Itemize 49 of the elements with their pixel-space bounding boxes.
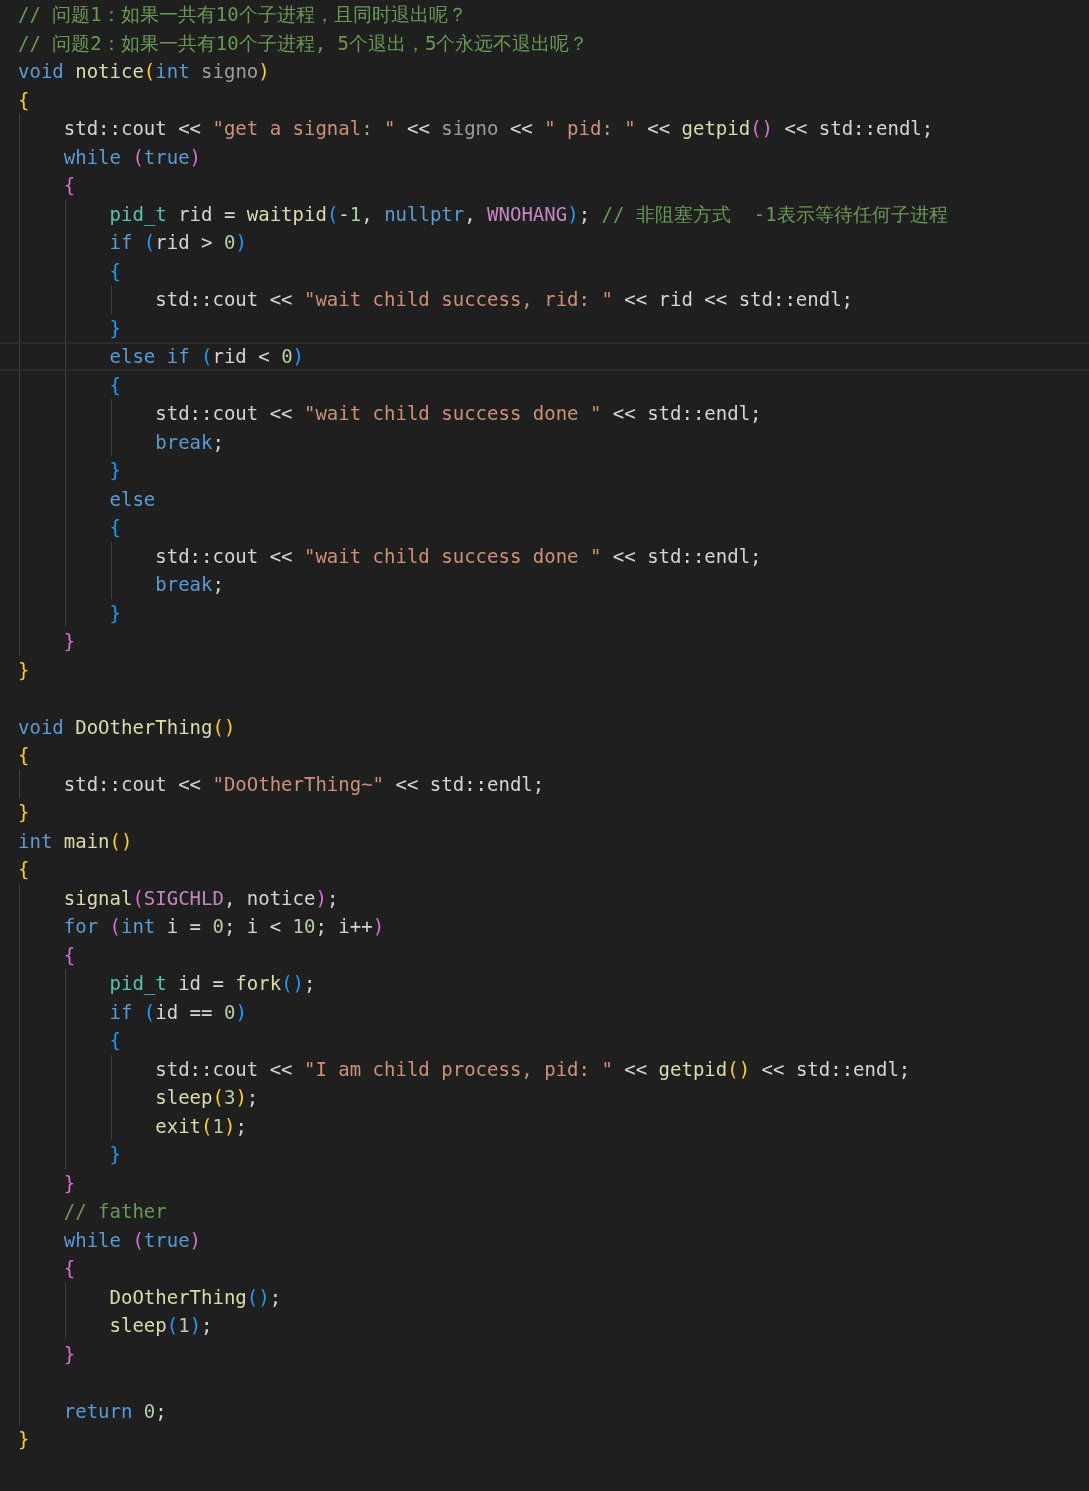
code-line: }	[18, 657, 30, 683]
code-line: return 0;	[62, 1398, 167, 1424]
code-line: break;	[154, 572, 224, 597]
code-line: break;	[154, 429, 224, 455]
code-line: }	[62, 629, 76, 654]
code-line: {	[108, 372, 121, 398]
code-line: void notice(int signo)	[18, 59, 270, 84]
code-line: {	[18, 857, 30, 882]
code-line: {	[62, 1256, 76, 1281]
code-line: // 问题1：如果一共有10个子进程，且同时退出呢？	[18, 2, 467, 27]
code-line: while (true)	[62, 1227, 202, 1253]
code-line: }	[62, 1341, 76, 1367]
code-line: }	[108, 1142, 121, 1167]
code-line: sleep(3);	[154, 1085, 259, 1110]
code-line: sleep(1);	[108, 1313, 213, 1338]
code-line: // father	[62, 1199, 167, 1224]
code-line: {	[108, 258, 121, 284]
code-line: DoOtherThing();	[108, 1284, 282, 1310]
code-line: if (id == 0)	[108, 999, 247, 1025]
code-line: {	[18, 87, 30, 113]
code-line: std::cout << "get a signal: " << signo << " pid: " << getpid() << std::endl;	[62, 116, 934, 141]
code-line: pid_t id = fork();	[108, 971, 316, 997]
code-line: int main()	[18, 828, 133, 854]
code-line: std::cout << "I am child process, pid: " << getpid() << std::endl;	[154, 1056, 911, 1082]
code-line: signal(SIGCHLD, notice);	[62, 885, 339, 911]
code-line: }	[18, 800, 30, 825]
code-line: else	[108, 486, 156, 512]
code-line: while (true)	[62, 144, 202, 170]
code-line: {	[62, 942, 76, 968]
code-line: // 问题2：如果一共有10个子进程, 5个退出，5个永远不退出呢？	[18, 30, 589, 56]
code-line: {	[62, 173, 76, 198]
code-line: std::cout << "DoOtherThing~" << std::endl;	[62, 771, 545, 797]
code-line: std::cout << "wait child success done " << std::endl;	[154, 401, 762, 426]
code-line: }	[108, 600, 121, 626]
code-line: pid_t rid = waitpid(-1, nullptr, WNOHANG); // 非阻塞方式 -1表示等待任何子进程	[108, 201, 948, 228]
code-line: }	[62, 1170, 76, 1196]
code-line: std::cout << "wait child success, rid: " << rid << std::endl;	[154, 287, 854, 312]
code-line: {	[18, 743, 30, 768]
code-line: else if (rid < 0)	[108, 344, 305, 369]
code-line: {	[108, 515, 121, 540]
code-line: void DoOtherThing()	[18, 714, 236, 740]
code-line: exit(1);	[154, 1113, 247, 1139]
code-line: std::cout << "wait child success done " << std::endl;	[154, 543, 762, 569]
code-line: }	[108, 458, 121, 483]
code-line: {	[108, 1028, 121, 1053]
code-line: }	[18, 1427, 30, 1452]
code-line: for (int i = 0; i < 10; i++)	[62, 914, 385, 939]
code-line: }	[108, 315, 121, 341]
code-line: if (rid > 0)	[108, 230, 247, 255]
